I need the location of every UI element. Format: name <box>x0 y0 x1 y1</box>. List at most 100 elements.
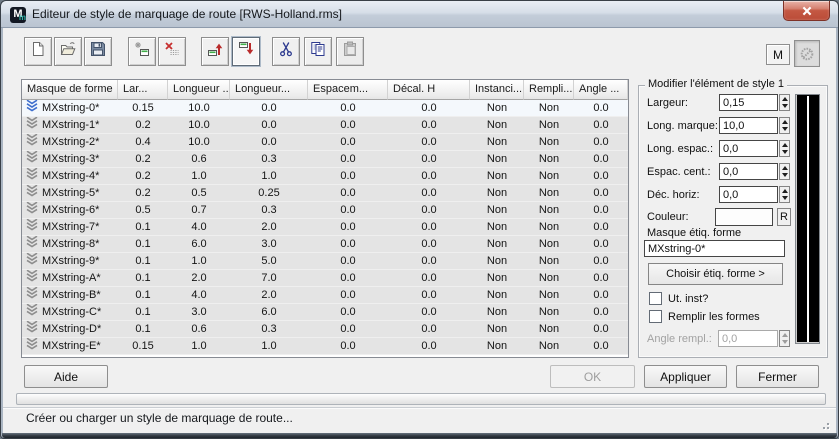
table-row[interactable]: MXstring-3* 0.2 0.6 0.3 0.0 0.0 Non Non 0.0 <box>22 151 628 168</box>
move-element-down-button[interactable] <box>232 37 260 66</box>
masque-cell: MXstring-9* <box>22 253 118 269</box>
value-cell: Non <box>486 289 508 301</box>
espac-cent-field-input[interactable] <box>719 163 778 180</box>
value-cell: 0.0 <box>593 340 609 352</box>
aide-button[interactable]: Aide <box>24 365 108 388</box>
masque-cell: MXstring-C* <box>22 304 118 320</box>
copy-button[interactable] <box>304 37 332 66</box>
table-row[interactable]: MXstring-1* 0.2 10.0 0.0 0.0 0.0 Non Non 0.0 <box>22 117 628 134</box>
masque-name: MXstring-E* <box>42 340 101 352</box>
table-row[interactable]: MXstring-8* 0.1 6.0 3.0 0.0 0.0 Non Non 0.0 <box>22 236 628 253</box>
value-cell: 0.7 <box>191 204 207 216</box>
fermer-button[interactable]: Fermer <box>736 365 819 388</box>
value-cell: 0.0 <box>340 102 356 114</box>
value-cell: 0.0 <box>421 119 437 131</box>
table-row[interactable]: MXstring-B* 0.1 4.0 2.0 0.0 0.0 Non Non 0.0 <box>22 287 628 304</box>
dec-horiz-field-input[interactable] <box>719 186 778 203</box>
table-row[interactable]: MXstring-E* 0.15 1.0 1.0 0.0 0.0 Non Non 0.0 <box>22 338 628 355</box>
table-row[interactable]: MXstring-D* 0.1 0.6 0.3 0.0 0.0 Non Non 0.0 <box>22 321 628 338</box>
table-row[interactable]: MXstring-A* 0.1 2.0 7.0 0.0 0.0 Non Non 0.0 <box>22 270 628 287</box>
value-cell: 0.0 <box>421 238 437 250</box>
column-header-2[interactable]: Longueur ... <box>168 80 230 100</box>
new-document-icon <box>30 41 46 62</box>
value-cell: 0.6 <box>191 153 207 165</box>
ut-inst-label: Ut. inst? <box>668 293 709 305</box>
value-cell: 0.0 <box>421 136 437 148</box>
close-icon <box>802 6 811 15</box>
new-element-button[interactable] <box>128 37 156 66</box>
column-header-0[interactable]: Masque de forme <box>22 80 118 100</box>
masque-etiq-input[interactable] <box>644 240 785 257</box>
table-row[interactable]: MXstring-4* 0.2 1.0 1.0 0.0 0.0 Non Non 0.0 <box>22 168 628 185</box>
delete-element-button[interactable] <box>158 37 186 66</box>
spin-down-icon <box>781 196 788 200</box>
column-header-5[interactable]: Décal. H <box>388 80 470 100</box>
value-cell: Non <box>486 272 508 284</box>
couleur-reset-button[interactable]: R <box>777 208 791 226</box>
value-cell: 0.0 <box>421 272 437 284</box>
cut-button[interactable] <box>272 37 300 66</box>
spin-down-icon <box>781 104 788 108</box>
value-cell: 7.0 <box>261 272 277 284</box>
value-cell: Non <box>486 238 508 250</box>
couleur-swatch[interactable] <box>715 208 773 226</box>
spin-up-icon <box>781 143 788 147</box>
column-header-8[interactable]: Angle ... <box>574 80 628 100</box>
value-cell: 1.0 <box>191 340 207 352</box>
masque-name: MXstring-A* <box>42 272 101 284</box>
long-marque-field-input[interactable] <box>719 117 778 134</box>
app-icon: Mm <box>10 7 26 23</box>
column-header-3[interactable]: Longueur... <box>230 80 308 100</box>
m-button[interactable]: M <box>766 44 790 65</box>
column-header-4[interactable]: Espacem... <box>308 80 388 100</box>
largeur-field-input[interactable] <box>719 94 778 111</box>
long-espac-field-input[interactable] <box>719 140 778 157</box>
table-row[interactable]: MXstring-7* 0.1 4.0 2.0 0.0 0.0 Non Non 0.0 <box>22 219 628 236</box>
move-element-up-button[interactable] <box>201 37 229 66</box>
dec-horiz-field-spinner[interactable] <box>779 186 790 203</box>
value-cell: 0.1 <box>135 289 151 301</box>
espac-cent-field-spinner[interactable] <box>779 163 790 180</box>
value-cell: 0.5 <box>191 187 207 199</box>
value-cell: 0.0 <box>421 170 437 182</box>
value-cell: Non <box>538 153 560 165</box>
column-header-1[interactable]: Lar... <box>118 80 168 100</box>
table-row[interactable]: MXstring-C* 0.1 3.0 6.0 0.0 0.0 Non Non 0.0 <box>22 304 628 321</box>
value-cell: Non <box>486 136 508 148</box>
masque-name: MXstring-7* <box>42 221 100 233</box>
new-style-button[interactable] <box>24 37 52 66</box>
table-row[interactable]: MXstring-0* 0.15 10.0 0.0 0.0 0.0 Non Non 0.0 <box>22 100 628 117</box>
value-cell: 0.4 <box>135 136 151 148</box>
value-cell: 0.6 <box>191 323 207 335</box>
value-cell: 0.0 <box>340 340 356 352</box>
column-header-6[interactable]: Instanci... <box>470 80 524 100</box>
appliquer-button[interactable]: Appliquer <box>644 365 727 388</box>
remplir-formes-label: Remplir les formes <box>668 311 760 323</box>
long-espac-field-spinner[interactable] <box>779 140 790 157</box>
column-header-7[interactable]: Rempli... <box>524 80 574 100</box>
long-marque-field-spinner[interactable] <box>779 117 790 134</box>
titlebar[interactable]: Mm Editeur de style de marquage de route… <box>1 1 838 28</box>
table-row[interactable]: MXstring-9* 0.1 1.0 5.0 0.0 0.0 Non Non 0.0 <box>22 253 628 270</box>
close-button[interactable] <box>783 1 830 21</box>
resize-grip[interactable] <box>820 420 831 431</box>
save-style-button[interactable] <box>84 37 112 66</box>
ut-inst-checkbox[interactable] <box>649 292 662 305</box>
spin-up-icon <box>781 120 788 124</box>
choisir-etiq-forme-button[interactable]: Choisir étiq. forme > <box>648 263 783 285</box>
value-cell: 0.0 <box>593 255 609 267</box>
spin-down-icon <box>781 150 788 154</box>
table-row[interactable]: MXstring-6* 0.5 0.7 0.3 0.0 0.0 Non Non 0.0 <box>22 202 628 219</box>
masque-cell: MXstring-A* <box>22 270 118 286</box>
value-cell: 0.0 <box>421 323 437 335</box>
table-row[interactable]: MXstring-5* 0.2 0.5 0.25 0.0 0.0 Non Non 0.0 <box>22 185 628 202</box>
masque-cell: MXstring-6* <box>22 202 118 218</box>
value-cell: 0.0 <box>340 204 356 216</box>
value-cell: 0.0 <box>421 204 437 216</box>
remplir-formes-checkbox[interactable] <box>649 310 662 323</box>
largeur-field-spinner[interactable] <box>779 94 790 111</box>
open-style-button[interactable] <box>54 37 82 66</box>
value-cell: 0.0 <box>261 136 277 148</box>
table-row[interactable]: MXstring-2* 0.4 10.0 0.0 0.0 0.0 Non Non 0.0 <box>22 134 628 151</box>
chevrons-icon <box>25 202 39 218</box>
